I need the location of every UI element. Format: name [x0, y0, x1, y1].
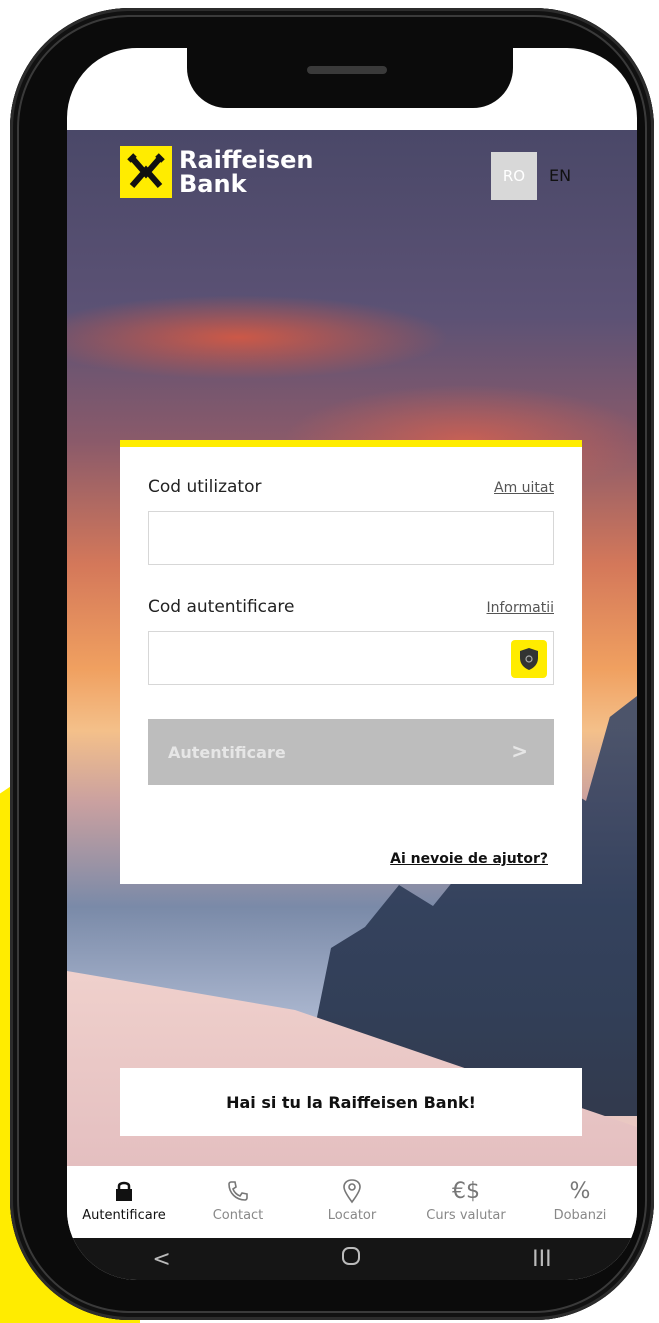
brand-line-1: Raiffeisen: [179, 146, 314, 174]
shield-button[interactable]: [511, 640, 547, 678]
nav-label: Autentificare: [82, 1208, 166, 1223]
brand-name: Raiffeisen Bank: [179, 148, 314, 196]
home-icon[interactable]: [341, 1246, 361, 1272]
raiffeisen-logo: Raiffeisen Bank: [120, 146, 314, 198]
nav-item-curs-valutar[interactable]: €$ Curs valutar: [409, 1166, 523, 1224]
system-navigation-bar: < III: [67, 1238, 637, 1280]
speaker-grille: [307, 66, 387, 74]
currency-icon: €$: [452, 1178, 480, 1204]
language-ro-button[interactable]: RO: [491, 152, 537, 200]
login-card: Cod utilizator Am uitat Cod autentificar…: [120, 440, 582, 884]
login-button[interactable]: Autentificare >: [148, 719, 554, 785]
promo-button[interactable]: Hai si tu la Raiffeisen Bank!: [120, 1068, 582, 1136]
phone-notch: [187, 48, 513, 108]
language-en-button[interactable]: EN: [549, 166, 571, 185]
auth-code-label: Cod autentificare: [148, 597, 295, 617]
nav-item-locator[interactable]: Locator: [295, 1166, 409, 1223]
nav-item-autentificare[interactable]: Autentificare: [67, 1166, 181, 1223]
user-code-input[interactable]: [148, 511, 554, 565]
raiffeisen-logo-icon: [120, 146, 172, 198]
location-pin-icon: [295, 1176, 409, 1206]
nav-label: Contact: [212, 1208, 264, 1223]
user-code-label: Cod utilizator: [148, 477, 262, 497]
recents-icon[interactable]: III: [532, 1247, 551, 1272]
percent-icon: %: [569, 1178, 591, 1204]
phone-frame: Raiffeisen Bank RO EN Cod utilizator Am …: [10, 8, 654, 1320]
promo-label: Hai si tu la Raiffeisen Bank!: [226, 1092, 476, 1112]
login-button-label: Autentificare: [168, 742, 286, 762]
bottom-navigation: Autentificare Contact Locator €$ Curs va…: [67, 1166, 637, 1238]
brand-line-2: Bank: [179, 170, 247, 198]
nav-item-contact[interactable]: Contact: [181, 1166, 295, 1223]
phone-icon: [181, 1176, 295, 1206]
shield-icon: [520, 648, 538, 670]
back-icon[interactable]: <: [152, 1247, 170, 1272]
nav-item-dobanzi[interactable]: % Dobanzi: [523, 1166, 637, 1224]
phone-screen: Raiffeisen Bank RO EN Cod utilizator Am …: [67, 48, 637, 1280]
nav-label: Dobanzi: [553, 1208, 607, 1223]
nav-label: Locator: [327, 1208, 377, 1223]
forgot-link[interactable]: Am uitat: [494, 480, 554, 496]
info-link[interactable]: Informatii: [487, 600, 555, 616]
nav-label: Curs valutar: [426, 1208, 506, 1223]
auth-code-input[interactable]: [148, 631, 554, 685]
lock-icon: [67, 1176, 181, 1206]
help-link[interactable]: Ai nevoie de ajutor?: [390, 851, 548, 867]
chevron-right-icon: >: [511, 739, 528, 763]
